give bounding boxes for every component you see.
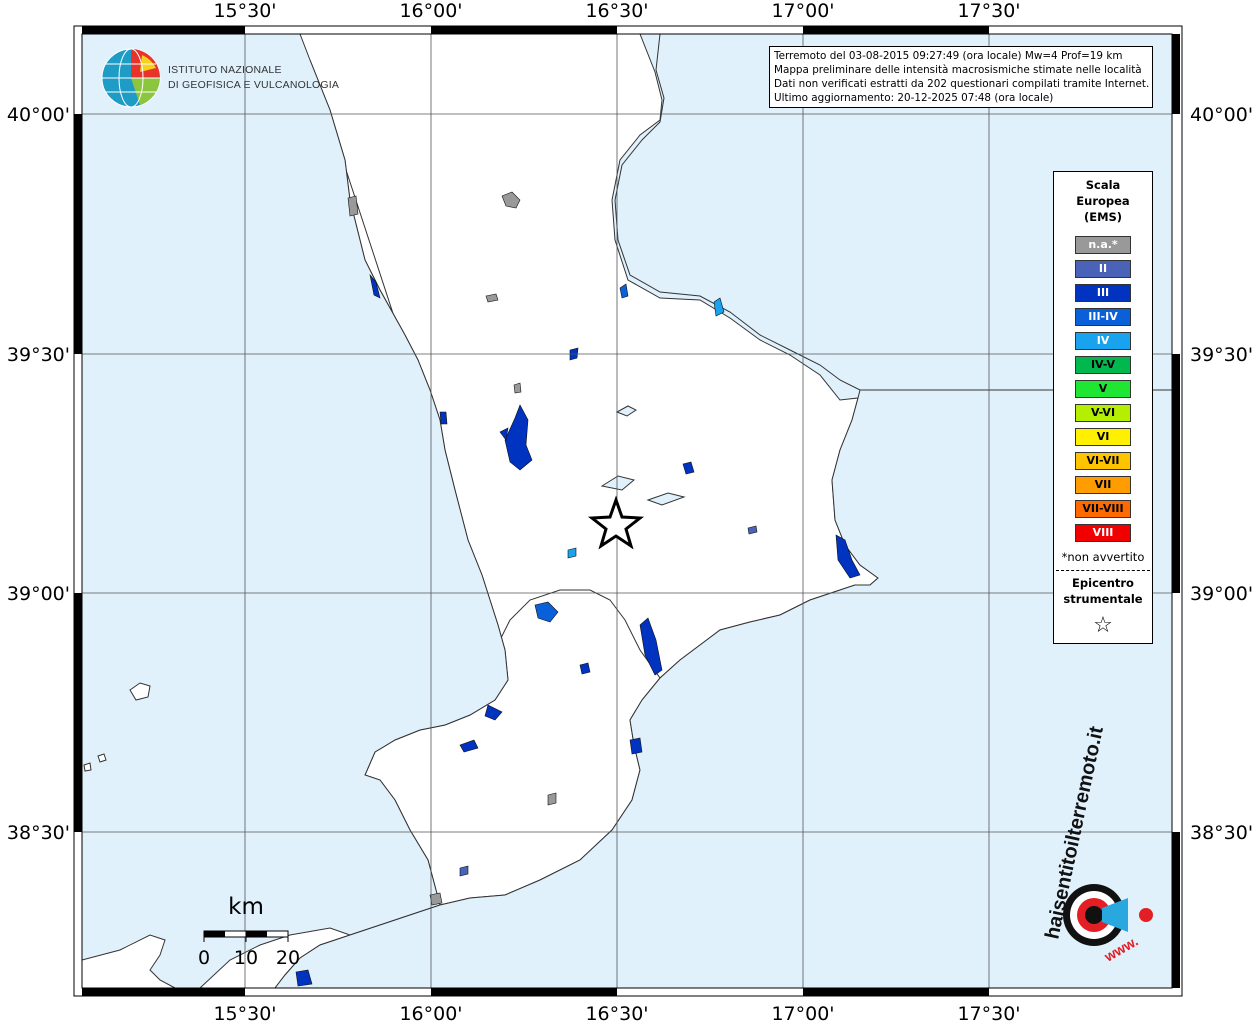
lon-label-bottom: 17°30'	[957, 1003, 1020, 1024]
legend-items: n.a.* II III III-IV IV IV-V V V-VI VI VI-VII VII VI…	[1054, 236, 1152, 542]
lat-label-right: 38°30'	[1190, 822, 1253, 844]
legend-item: VIII	[1075, 524, 1131, 542]
lon-label-bottom: 17°00'	[771, 1003, 834, 1024]
legend-item: V	[1075, 380, 1131, 398]
lat-label-left: 40°00'	[7, 104, 70, 126]
marker-na	[429, 892, 443, 906]
legend-epicenter-title: Epicentro strumentale	[1063, 576, 1143, 606]
marker-iii	[579, 662, 591, 675]
scale-label: 10	[234, 947, 258, 969]
lon-label-top: 16°30'	[585, 0, 648, 22]
scale-unit: km	[228, 894, 264, 920]
marker-iv	[567, 547, 577, 559]
legend-item: VII	[1075, 476, 1131, 494]
marker-na	[547, 792, 557, 806]
lon-label-bottom: 15°30'	[213, 1003, 276, 1024]
marker-iii	[439, 411, 448, 425]
lat-label-left: 39°30'	[7, 344, 70, 366]
legend-item: III-IV	[1075, 308, 1131, 326]
scale-label: 0	[198, 947, 210, 969]
lon-label-top: 17°30'	[957, 0, 1020, 22]
event-info-box: Terremoto del 03-08-2015 09:27:49 (ora l…	[769, 46, 1153, 108]
ingv-name-line2: DI GEOFISICA E VULCANOLOGIA	[168, 79, 339, 91]
legend-item: IV-V	[1075, 356, 1131, 374]
event-info-line: Ultimo aggiornamento: 20-12-2025 07:48 (…	[774, 92, 1054, 104]
event-info-line: Terremoto del 03-08-2015 09:27:49 (ora l…	[774, 50, 1123, 62]
ingv-name-line1: ISTITUTO NAZIONALE	[168, 64, 282, 76]
island	[83, 762, 92, 772]
lon-label-bottom: 16°00'	[399, 1003, 462, 1024]
legend-item: VII-VIII	[1075, 500, 1131, 518]
legend-note: *non avvertito	[1061, 550, 1145, 564]
event-info-line: Dati non verificati estratti da 202 ques…	[774, 78, 1150, 90]
event-info-line: Mappa preliminare delle intensità macros…	[774, 64, 1142, 76]
legend-title: Scala Europea (EMS)	[1076, 178, 1130, 224]
legend-item: VI	[1075, 428, 1131, 446]
legend-item: III	[1075, 284, 1131, 302]
lat-label-left: 39°00'	[7, 583, 70, 605]
lat-label-left: 38°30'	[7, 822, 70, 844]
intensity-legend: Scala Europea (EMS) n.a.* II III III-IV IV IV…	[1053, 171, 1153, 644]
legend-item: V-VI	[1075, 404, 1131, 422]
marker-iii	[629, 737, 643, 755]
scale-label: 20	[276, 947, 300, 969]
lon-label-top: 15°30'	[213, 0, 276, 22]
lon-label-top: 17°00'	[771, 0, 834, 22]
lat-label-right: 39°00'	[1190, 583, 1253, 605]
marker-na	[513, 382, 522, 394]
lat-label-right: 39°30'	[1190, 344, 1253, 366]
marker-ii	[459, 865, 469, 877]
lon-label-bottom: 16°30'	[585, 1003, 648, 1024]
legend-item: n.a.*	[1075, 236, 1131, 254]
lat-label-right: 40°00'	[1190, 104, 1253, 126]
legend-item: IV	[1075, 332, 1131, 350]
legend-item: VI-VII	[1075, 452, 1131, 470]
legend-divider	[1056, 570, 1150, 571]
marker-na	[347, 195, 359, 217]
lon-label-top: 16°00'	[399, 0, 462, 22]
legend-star-icon: ☆	[1093, 613, 1113, 638]
legend-item: II	[1075, 260, 1131, 278]
island	[97, 753, 107, 763]
